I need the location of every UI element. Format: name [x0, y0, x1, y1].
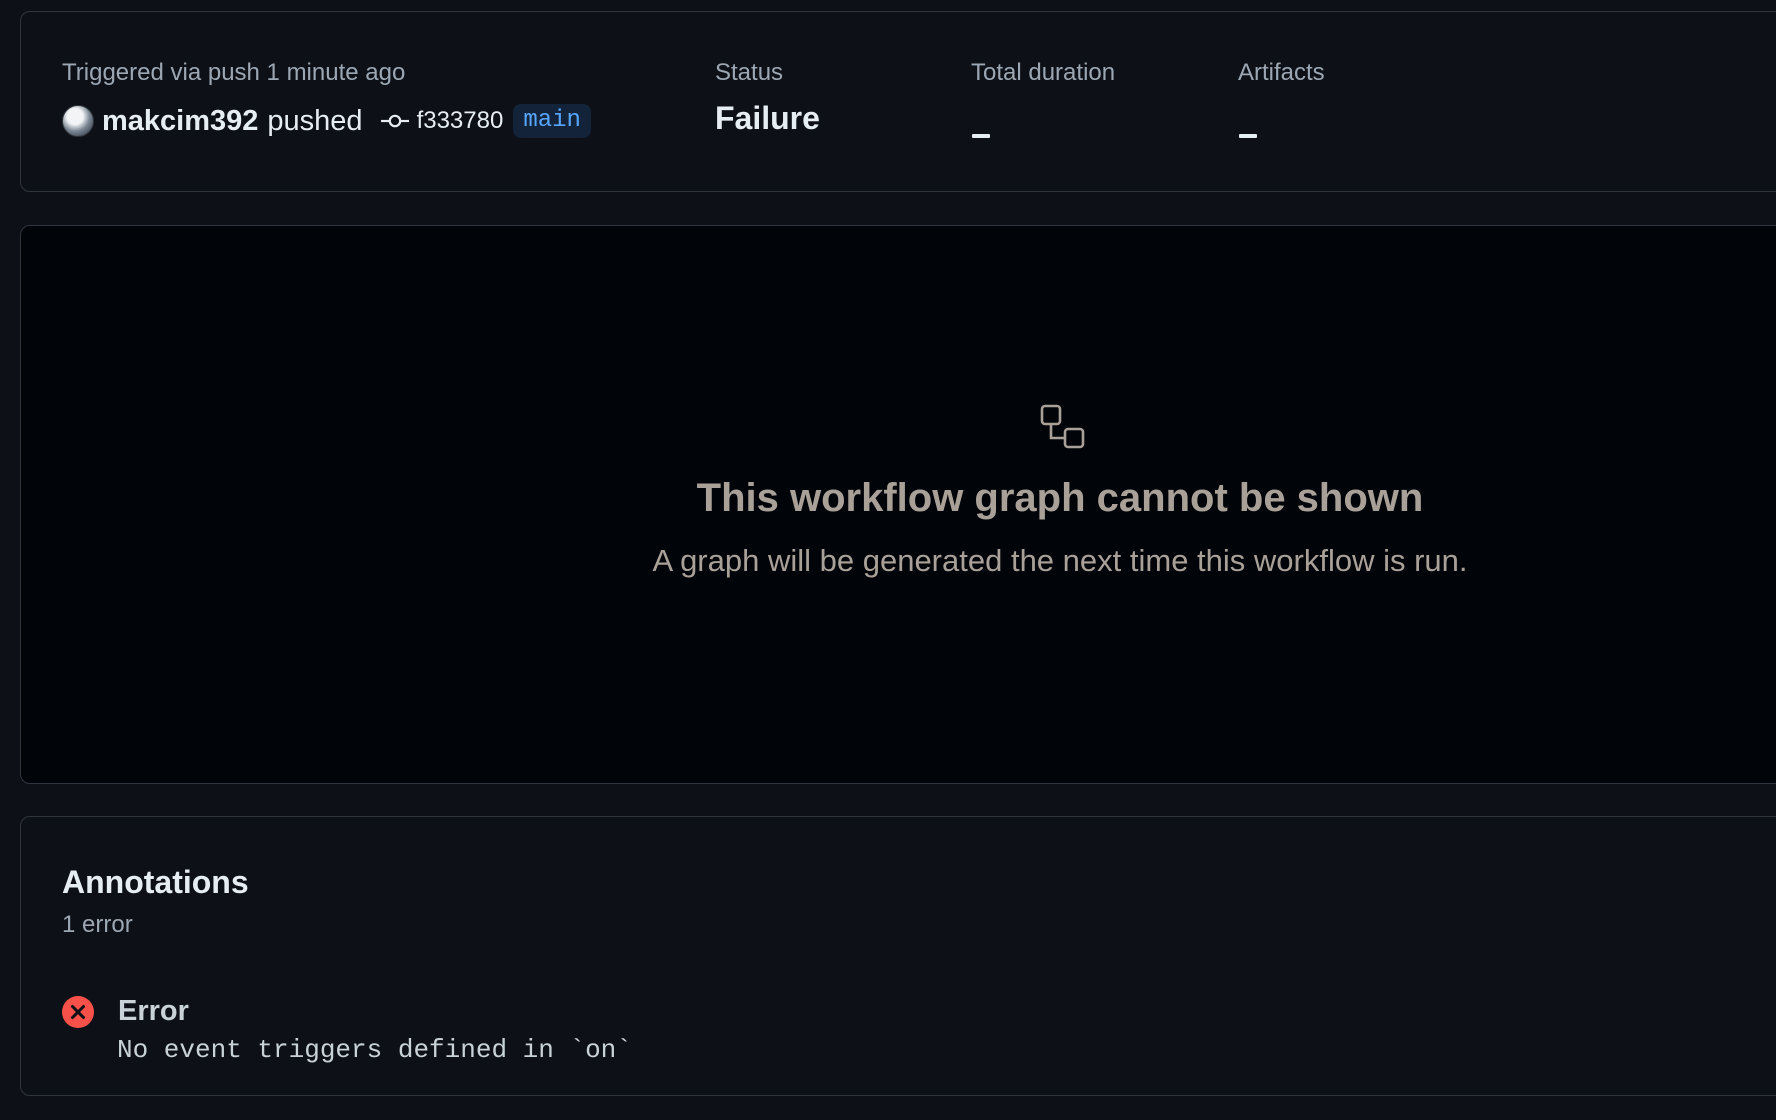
commit-sha-link[interactable]: f333780 [417, 107, 504, 135]
artifacts-label: Artifacts [1238, 59, 1325, 86]
graph-empty-subtitle: A graph will be generated the next time … [652, 543, 1468, 578]
status-label: Status [715, 59, 784, 86]
artifacts-empty-dash [1239, 134, 1257, 138]
graph-empty-title: This workflow graph cannot be shown [696, 476, 1424, 520]
trigger-label: Triggered via push 1 minute ago [62, 59, 406, 86]
annotation-level[interactable]: Error [118, 995, 189, 1028]
status-value: Failure [715, 100, 820, 136]
x-circle-icon [62, 996, 94, 1028]
status-column: Status Failure [715, 58, 915, 148]
trigger-details: makcim392 pushed f333780 main [62, 104, 591, 138]
actor-link[interactable]: makcim392 [102, 105, 258, 138]
annotations-count: 1 error [62, 911, 133, 938]
duration-column: Total duration [971, 58, 1191, 148]
commit-icon [380, 114, 409, 128]
branch-badge[interactable]: main [513, 104, 591, 138]
status-value-row: Failure [715, 100, 820, 137]
annotation-message: No event triggers defined in `on` [117, 1035, 632, 1065]
annotations-heading: Annotations [62, 864, 249, 900]
trigger-column: Triggered via push 1 minute ago makcim39… [62, 58, 662, 148]
run-summary-panel: Triggered via push 1 minute ago makcim39… [20, 11, 1776, 192]
duration-empty-dash [972, 134, 990, 138]
annotations-panel: Annotations 1 error Error No event trigg… [20, 816, 1776, 1096]
workflow-graph-panel: This workflow graph cannot be shown A gr… [20, 225, 1776, 784]
workflow-icon [1040, 404, 1085, 449]
avatar[interactable] [62, 105, 94, 137]
duration-label: Total duration [971, 59, 1116, 86]
action-text: pushed [267, 104, 363, 137]
artifacts-column: Artifacts [1238, 58, 1438, 148]
